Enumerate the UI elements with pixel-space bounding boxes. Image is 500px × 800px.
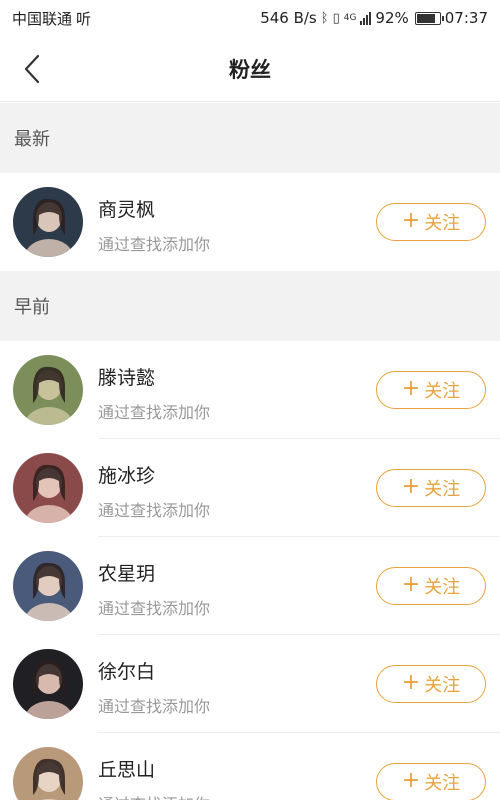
avatar[interactable] [13,187,83,257]
fan-name: 滕诗懿 [98,367,156,389]
fan-row[interactable]: 农星玥 通过查找添加你 + 关注 [0,537,500,635]
fan-name: 农星玥 [98,563,156,585]
follow-label: 关注 [424,381,461,402]
fan-name: 施冰珍 [98,465,156,487]
status-right: 546 B/s ᛒ ▯ 4G 92% 07:37 [260,9,488,27]
plus-icon: + [401,768,421,793]
avatar[interactable] [13,649,83,719]
section-header-earlier: 早前 [0,271,500,341]
fan-row[interactable]: 滕诗懿 通过查找添加你 + 关注 [0,341,500,439]
follow-label: 关注 [424,479,461,500]
fan-row[interactable]: 商灵枫 通过查找添加你 + 关注 [0,173,500,271]
plus-icon: + [401,670,421,695]
network-type-label: 4G [343,13,357,23]
avatar[interactable] [13,551,83,621]
follow-label: 关注 [424,675,461,696]
fan-name: 徐尔白 [98,661,156,683]
section-title: 最新 [14,129,50,150]
nav-bar: 粉丝 [0,36,500,102]
section-title: 早前 [14,297,50,318]
fan-name: 丘思山 [98,759,156,781]
time-label: 07:37 [444,9,488,27]
signal-icon [360,11,372,25]
fan-row[interactable]: 丘思山 通过查找添加你 + 关注 [0,733,500,800]
follow-button[interactable]: + 关注 [376,763,486,800]
status-left: 中国联通 听 [12,8,91,29]
avatar[interactable] [13,453,83,523]
plus-icon: + [401,376,421,401]
battery-percent-label: 92% [375,9,409,27]
fans-screen: 中国联通 听 546 B/s ᛒ ▯ 4G 92% 07:37 粉丝 最新 商灵… [0,0,500,800]
follow-label: 关注 [424,577,461,598]
avatar[interactable] [13,747,83,800]
avatar[interactable] [13,355,83,425]
fan-row[interactable]: 徐尔白 通过查找添加你 + 关注 [0,635,500,733]
section-header-latest: 最新 [0,103,500,173]
carrier-label: 中国联通 [12,9,73,28]
back-button[interactable] [12,49,52,89]
follow-button[interactable]: + 关注 [376,371,486,409]
plus-icon: + [401,208,421,233]
fan-source: 通过查找添加你 [98,403,211,422]
page-title: 粉丝 [229,57,271,82]
plus-icon: + [401,474,421,499]
fan-row[interactable]: 施冰珍 通过查找添加你 + 关注 [0,439,500,537]
follow-button[interactable]: + 关注 [376,567,486,605]
vibrate-icon: ▯ [332,10,340,26]
carrier-extra-label: 听 [76,9,92,28]
battery-icon [414,11,444,25]
bluetooth-icon: ᛒ [320,10,329,26]
plus-icon: + [401,572,421,597]
fan-name: 商灵枫 [98,199,156,221]
fan-source: 通过查找添加你 [98,235,211,254]
fan-source: 通过查找添加你 [98,791,210,800]
follow-label: 关注 [424,213,461,234]
status-bar: 中国联通 听 546 B/s ᛒ ▯ 4G 92% 07:37 [0,0,500,36]
follow-button[interactable]: + 关注 [376,665,486,703]
net-speed-label: 546 B/s [260,9,317,27]
fan-source: 通过查找添加你 [98,501,211,520]
follow-label: 关注 [424,773,461,794]
follow-button[interactable]: + 关注 [376,203,486,241]
fan-source: 通过查找添加你 [98,697,211,716]
fan-source: 通过查找添加你 [98,599,211,618]
follow-button[interactable]: + 关注 [376,469,486,507]
chevron-left-icon [24,54,40,84]
